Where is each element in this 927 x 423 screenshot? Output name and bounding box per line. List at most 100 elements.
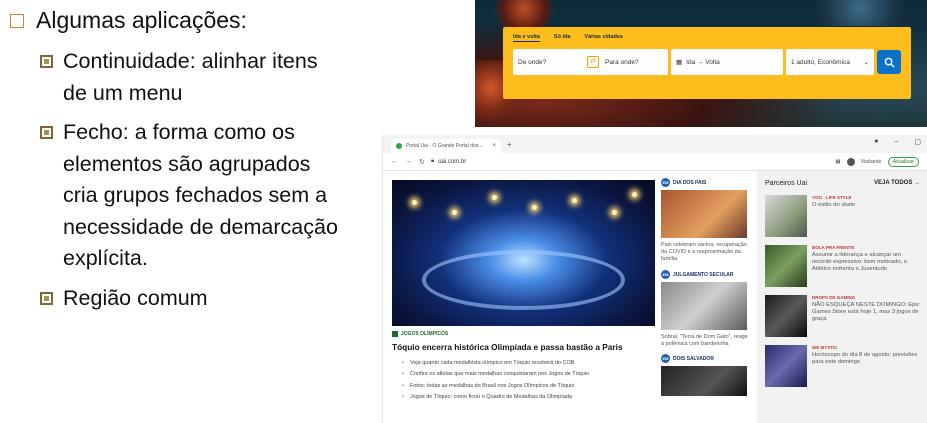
- flight-search-box: Ida e volta Só ida Várias cidades De ond…: [503, 27, 911, 99]
- news-thumbnail[interactable]: [661, 190, 747, 238]
- related-link[interactable]: Veja quanto cada medalhista olímpico em …: [402, 360, 589, 366]
- hero-tag-label: JOGOS OLÍMPICOS: [401, 331, 449, 337]
- related-link[interactable]: Confira os atletas que mais medalhas con…: [402, 371, 589, 377]
- bullet-square-icon: [40, 291, 53, 305]
- related-links: Veja quanto cada medalhista olímpico em …: [402, 360, 589, 406]
- stadium-shape: [422, 250, 625, 310]
- tab-one-way[interactable]: Só ida: [554, 34, 571, 42]
- close-icon[interactable]: ×: [492, 143, 496, 149]
- bullet-text: Continuidade: alinhar itens de um menu: [63, 49, 318, 105]
- swap-icon[interactable]: ⇄: [587, 56, 599, 68]
- partner-text: Horóscopo do dia 8 de agosto: previsões …: [812, 352, 918, 365]
- back-icon[interactable]: ←: [391, 158, 398, 166]
- bullet-text: Fecho: a forma como os elementos são agr…: [63, 120, 338, 270]
- slide-heading: Algumas aplicações:: [36, 7, 247, 33]
- news-tag: EM JULGAMENTO SECULAR: [661, 270, 751, 279]
- reload-icon[interactable]: ↻: [419, 158, 425, 166]
- news-tag-label: JULGAMENTO SECULAR: [673, 271, 734, 278]
- partner-thumbnail: [765, 195, 807, 237]
- partner-tag: BOLA PRA FRENTE: [812, 245, 855, 250]
- news-badge: EM: [661, 354, 670, 363]
- middle-column: EM DIA DOS PAIS Pais celebram vacina, re…: [661, 178, 751, 396]
- reef-decoration: [489, 0, 559, 30]
- partner-tag: YOO - LIFE STYLE: [812, 195, 852, 200]
- lock-icon: 🔒︎: [431, 158, 435, 164]
- firework: [492, 195, 497, 200]
- passengers-label: 1 adulto, Econômica: [791, 58, 850, 66]
- category-icon: [392, 331, 398, 337]
- bullet-square-icon: [40, 55, 53, 68]
- bullet-square-icon: [40, 126, 53, 139]
- news-thumbnail[interactable]: [661, 282, 747, 330]
- partner-text: Assumir a liderança e alcançar um record…: [812, 252, 908, 272]
- forward-icon[interactable]: →: [405, 158, 412, 166]
- minimize-icon[interactable]: –: [894, 138, 898, 146]
- record-icon[interactable]: ●: [874, 138, 878, 146]
- search-icon: [884, 57, 895, 68]
- reef-decoration: [805, 0, 915, 26]
- partner-item[interactable]: DROPS DE GAMING NÃO ESQUEÇA NESTE DOMING…: [765, 295, 920, 337]
- firework: [452, 210, 457, 215]
- related-link[interactable]: Jogos de Tóquio: como ficou o Quadro de …: [402, 394, 589, 400]
- browser-tab[interactable]: Portal Uai - O Grande Portal dos... ×: [391, 139, 501, 153]
- dates-field[interactable]: ▦ Ida → Volta: [671, 49, 783, 75]
- favicon-icon: [396, 143, 402, 149]
- news-badge: EM: [661, 270, 670, 279]
- bullet-level1: Algumas aplicações:: [10, 4, 350, 36]
- browser-tab-bar: Portal Uai - O Grande Portal dos... × + …: [383, 135, 927, 153]
- partner-thumbnail: [765, 295, 807, 337]
- calendar-icon: ▦: [676, 59, 683, 66]
- bullet-square-icon: [10, 14, 24, 28]
- partner-text: NÃO ESQUEÇA NESTE DOMINGO: Epic Games St…: [812, 302, 920, 322]
- partner-item[interactable]: WE MYSTIC Horóscopo do dia 8 de agosto: …: [765, 345, 920, 387]
- origin-field[interactable]: De onde?: [513, 49, 597, 75]
- partner-item[interactable]: YOO - LIFE STYLE O estilo do skate: [765, 195, 920, 237]
- firework: [632, 192, 637, 197]
- url-field[interactable]: uai.com.br: [438, 159, 835, 165]
- news-badge: EM: [661, 178, 670, 187]
- see-all-link[interactable]: VEJA TODOS →: [874, 180, 920, 187]
- news-tag: EM DOIS SALVADOR: [661, 354, 751, 363]
- avatar[interactable]: [846, 157, 855, 166]
- tab-title: Portal Uai - O Grande Portal dos...: [406, 143, 483, 149]
- bullet-text: Região comum: [63, 285, 208, 310]
- partners-title: Parceiros Uai: [765, 180, 808, 187]
- bullet-continuity: Continuidade: alinhar itens de um menu: [40, 46, 350, 109]
- news-thumbnail[interactable]: [661, 366, 747, 396]
- destination-field[interactable]: Para onde?: [591, 49, 668, 75]
- search-button[interactable]: [877, 50, 901, 74]
- news-caption[interactable]: Pais celebram vacina, recuperação da COV…: [661, 242, 751, 263]
- firework: [612, 210, 617, 215]
- partner-item[interactable]: BOLA PRA FRENTE Assumir a liderança e al…: [765, 245, 920, 287]
- extensions-icon[interactable]: ▦: [835, 159, 840, 165]
- dates-label: Ida → Volta: [686, 58, 720, 66]
- flight-search-screenshot: Ida e volta Só ida Várias cidades De ond…: [475, 0, 927, 127]
- related-link[interactable]: Fotos: todas as medalhas do Brasil nos J…: [402, 383, 589, 389]
- slide-bullets: Algumas aplicações: Continuidade: alinha…: [10, 4, 350, 322]
- partner-thumbnail: [765, 245, 807, 287]
- hero-tag: JOGOS OLÍMPICOS: [392, 331, 448, 337]
- partner-thumbnail: [765, 345, 807, 387]
- partner-tag: WE MYSTIC: [812, 345, 838, 350]
- news-caption[interactable]: Sobral, "Terra de Dom Gato", reage à pol…: [661, 334, 751, 348]
- new-tab-icon[interactable]: +: [507, 140, 512, 149]
- news-tag: EM DIA DOS PAIS: [661, 178, 751, 187]
- tab-multi-city[interactable]: Várias cidades: [584, 34, 623, 42]
- address-bar: ← → ↻ 🔒︎ uai.com.br ▦ Visitante Atualiza…: [383, 153, 927, 171]
- news-tag-label: DIA DOS PAIS: [673, 179, 707, 186]
- hero-image[interactable]: [392, 180, 655, 326]
- bullet-common-region: Região comum: [40, 283, 350, 315]
- chevron-down-icon: ⌄: [863, 59, 869, 66]
- maximize-icon[interactable]: ▢: [914, 138, 921, 146]
- partner-text: O estilo do skate: [812, 202, 856, 208]
- tab-round-trip[interactable]: Ida e volta: [513, 34, 540, 42]
- firework: [572, 198, 577, 203]
- news-tag-label: DOIS SALVADOR: [673, 355, 714, 362]
- news-portal-screenshot: Portal Uai - O Grande Portal dos... × + …: [382, 135, 927, 423]
- passengers-select[interactable]: 1 adulto, Econômica ⌄: [786, 49, 874, 75]
- headline[interactable]: Tóquio encerra histórica Olimpíada e pas…: [392, 342, 623, 352]
- firework: [412, 200, 417, 205]
- partners-column: Parceiros Uai VEJA TODOS → YOO - LIFE ST…: [757, 171, 927, 423]
- update-button[interactable]: Atualizar: [887, 156, 919, 167]
- bullet-closure: Fecho: a forma como os elementos são agr…: [40, 117, 350, 275]
